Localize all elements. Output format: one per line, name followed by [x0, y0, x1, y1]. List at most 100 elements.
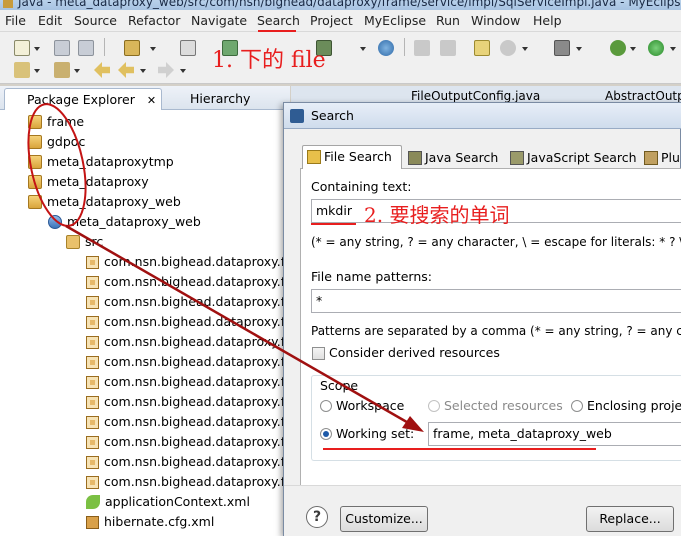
help-icon[interactable]: ? — [306, 506, 328, 528]
toolbar-separator — [404, 38, 405, 56]
tree-item-project[interactable]: meta_dataproxy_web — [28, 192, 181, 212]
tree-item-file[interactable]: hibernate.cfg.xml — [86, 512, 214, 532]
tree-item-package[interactable]: com.nsn.bighead.dataproxy.fra — [86, 292, 298, 312]
web-browser-icon[interactable] — [378, 40, 394, 56]
tab-package-explorer[interactable]: Package Explorer ✕ — [4, 88, 162, 110]
run-dropdown-icon[interactable] — [670, 47, 676, 51]
save-all-icon[interactable] — [78, 40, 94, 56]
back-dropdown-icon[interactable] — [140, 69, 146, 73]
tree-item-project[interactable]: frame — [28, 112, 84, 132]
tree-item-label: applicationContext.xml — [105, 494, 250, 509]
debug-icon[interactable] — [610, 40, 626, 56]
editor-tab[interactable]: AbstractOutp — [605, 89, 681, 103]
nav-dropdown-icon[interactable] — [34, 69, 40, 73]
tree-item-label: meta_dataproxy_web — [67, 214, 201, 229]
dialog-title: Search — [311, 108, 354, 123]
spring-xml-icon — [86, 495, 100, 509]
replace-button[interactable]: Replace... — [586, 506, 674, 532]
globe-icon[interactable] — [500, 40, 516, 56]
tree-item-package[interactable]: com.nsn.bighead.dataproxy.fra — [86, 472, 298, 492]
menu-edit[interactable]: Edit — [38, 13, 62, 28]
tree-item-package[interactable]: com.nsn.bighead.dataproxy.fra — [86, 432, 298, 452]
file-name-patterns-input[interactable]: * — [311, 289, 681, 313]
editor-tab[interactable]: FileOutputConfig.java — [411, 89, 540, 103]
debug-dropdown-icon[interactable] — [630, 47, 636, 51]
scope-workspace-radio[interactable] — [320, 400, 332, 412]
menu-refactor[interactable]: Refactor — [128, 13, 180, 28]
tree-item-web-project[interactable]: meta_dataproxy_web — [48, 212, 201, 232]
tree-item-package[interactable]: com.nsn.bighead.dataproxy.fra — [86, 352, 298, 372]
tree-item-src[interactable]: src — [66, 232, 103, 252]
window-title: Java - meta_dataproxy_web/src/com/nsn/bi… — [18, 0, 681, 9]
scope-enclosing-radio[interactable] — [571, 400, 583, 412]
tree-item-package[interactable]: com.nsn.bighead.dataproxy.fra — [86, 392, 298, 412]
menu-run[interactable]: Run — [436, 13, 460, 28]
tree-item-package[interactable]: com.nsn.bighead.dataproxy.fra — [86, 252, 298, 272]
tab-plugin-search[interactable]: Plu — [640, 147, 680, 169]
menu-search[interactable]: Search — [257, 13, 300, 28]
project-icon[interactable] — [474, 40, 490, 56]
camera-icon[interactable] — [554, 40, 570, 56]
scope-working-set-radio[interactable] — [320, 428, 332, 440]
tree-item-package[interactable]: com.nsn.bighead.dataproxy.fra — [86, 452, 298, 472]
tree-item-project[interactable]: meta_dataproxy — [28, 172, 149, 192]
tool-icon[interactable] — [440, 40, 456, 56]
menu-project[interactable]: Project — [310, 13, 353, 28]
tab-java-search[interactable]: Java Search — [404, 147, 498, 169]
tool-icon[interactable] — [414, 40, 430, 56]
run-icon[interactable] — [648, 40, 664, 56]
tab-hierarchy[interactable]: Hierarchy — [170, 88, 250, 110]
scope-selected-label: Selected resources — [444, 398, 563, 413]
back-icon[interactable] — [118, 62, 134, 78]
save-icon[interactable] — [54, 40, 70, 56]
menu-myeclipse[interactable]: MyEclipse — [364, 13, 426, 28]
tree-item-package[interactable]: com.nsn.bighead.dataproxy.fra — [86, 372, 298, 392]
menu-window[interactable]: Window — [471, 13, 520, 28]
package-icon — [86, 416, 99, 429]
folder-icon — [28, 115, 42, 129]
tab-label: Plu — [661, 150, 680, 165]
tree-item-package[interactable]: com.nsn.bighead.dataproxy.fra — [86, 272, 298, 292]
package-icon — [86, 396, 99, 409]
open-type-icon[interactable] — [124, 40, 140, 56]
hibernate-icon — [86, 516, 99, 529]
tree-item-package[interactable]: com.nsn.bighead.dataproxy.fra — [86, 312, 298, 332]
forward-icon[interactable] — [158, 62, 174, 78]
menu-file[interactable]: File — [5, 13, 26, 28]
close-icon[interactable]: ✕ — [147, 94, 156, 107]
folder-icon — [28, 175, 42, 189]
deploy-dropdown-icon[interactable] — [360, 47, 366, 51]
globe-dropdown-icon[interactable] — [522, 47, 528, 51]
jdk-icon[interactable] — [180, 40, 196, 56]
menu-navigate[interactable]: Navigate — [191, 13, 247, 28]
annotation-dropdown-icon[interactable] — [74, 69, 80, 73]
menu-bar: File Edit Source Refactor Navigate Searc… — [0, 10, 681, 32]
tree-item-package[interactable]: com.nsn.bighead.dataproxy.fra — [86, 412, 298, 432]
tree-item-project[interactable]: gdpoc — [28, 132, 85, 152]
menu-source[interactable]: Source — [74, 13, 117, 28]
search-dialog: Search File Search Java Search JavaScrip… — [283, 102, 681, 536]
tree-item-label: src — [85, 234, 104, 249]
scope-group: Scope Workspace Selected resources Enclo… — [311, 375, 681, 461]
tree-item-file[interactable]: applicationContext.xml — [86, 492, 250, 512]
working-set-input[interactable]: frame, meta_dataproxy_web — [428, 422, 681, 446]
folder-icon — [28, 155, 42, 169]
new-icon[interactable] — [14, 40, 30, 56]
tab-javascript-search[interactable]: JavaScript Search — [506, 147, 637, 169]
nav-icon[interactable] — [14, 62, 30, 78]
annotation-nav-icon[interactable] — [54, 62, 70, 78]
open-type-dropdown-icon[interactable] — [150, 47, 156, 51]
scope-selected-radio[interactable] — [428, 400, 440, 412]
new-dropdown-icon[interactable] — [34, 47, 40, 51]
tab-file-search[interactable]: File Search — [302, 145, 402, 170]
menu-help[interactable]: Help — [533, 13, 562, 28]
tree-item-project[interactable]: meta_dataproxytmp — [28, 152, 174, 172]
camera-dropdown-icon[interactable] — [576, 47, 582, 51]
forward-dropdown-icon[interactable] — [180, 69, 186, 73]
consider-derived-label: Consider derived resources — [329, 345, 500, 360]
last-edit-icon[interactable] — [94, 62, 110, 78]
tree-item-package[interactable]: com.nsn.bighead.dataproxy.fra — [86, 332, 298, 352]
consider-derived-checkbox[interactable] — [312, 347, 325, 360]
customize-button[interactable]: Customize... — [340, 506, 428, 532]
package-icon — [86, 256, 99, 269]
